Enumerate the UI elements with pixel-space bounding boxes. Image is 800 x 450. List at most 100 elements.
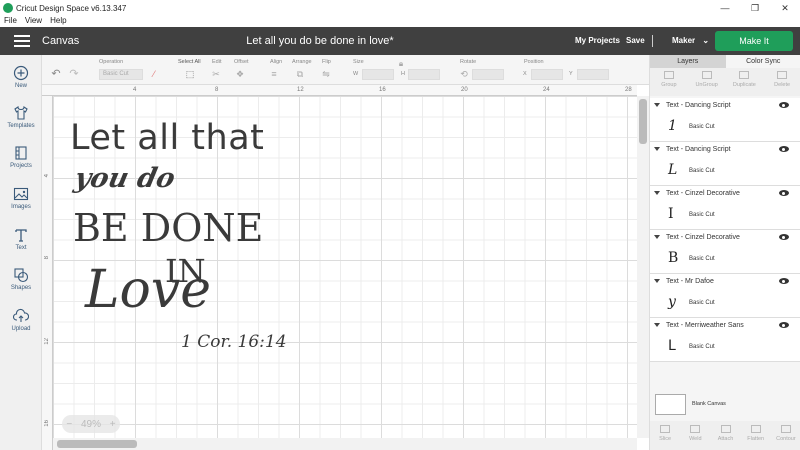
caret-down-icon[interactable] — [654, 191, 660, 195]
caret-down-icon[interactable] — [654, 103, 660, 107]
rotate-icon[interactable]: ⟲ — [458, 69, 470, 79]
menu-view[interactable]: View — [25, 16, 42, 27]
layer-operation: Basic Cut — [689, 124, 715, 130]
sidebar-item-projects[interactable]: Projects — [0, 145, 42, 169]
pos-y-label: Y — [569, 71, 573, 77]
rotate-input[interactable] — [472, 69, 504, 80]
ruler-tick-label: 4 — [133, 87, 137, 93]
eye-icon[interactable] — [779, 146, 789, 152]
sidebar-item-templates[interactable]: Templates — [0, 105, 42, 129]
design-text-you-do[interactable]: you do — [72, 163, 178, 194]
y-position-input[interactable] — [577, 69, 609, 80]
minimize-button[interactable]: — — [710, 0, 740, 16]
ungroup-button[interactable]: UnGroup — [688, 68, 726, 96]
top-ruler: 4 8 12 16 20 24 28 — [42, 85, 637, 96]
design-text-love[interactable]: Love — [85, 260, 211, 320]
vertical-scrollbar[interactable] — [637, 96, 649, 438]
ruler-tick-label: 8 — [44, 256, 50, 260]
pen-color-icon[interactable]: ⁄ — [148, 69, 160, 79]
slice-button[interactable]: Slice — [650, 421, 680, 450]
offset-icon[interactable]: ❖ — [234, 69, 246, 79]
eye-icon[interactable] — [779, 278, 789, 284]
menu-file[interactable]: File — [4, 16, 17, 27]
align-icon[interactable]: ≡ — [268, 69, 280, 79]
horizontal-scrollbar[interactable] — [53, 438, 637, 450]
sidebar-item-label: Upload — [11, 326, 31, 332]
tab-layers[interactable]: Layers — [650, 55, 726, 68]
delete-button[interactable]: Delete — [763, 68, 800, 96]
layer-thumbnail: I — [668, 206, 674, 222]
sidebar-item-new[interactable]: New — [0, 65, 42, 89]
design-text-let-all-that[interactable]: Let all that — [70, 118, 264, 158]
trash-icon — [777, 71, 788, 79]
blank-canvas-label: Blank Canvas — [692, 401, 726, 407]
layer-name: Text - Dancing Script — [666, 102, 731, 109]
contour-button[interactable]: Contour — [771, 421, 800, 450]
zoom-in-button[interactable]: + — [110, 419, 116, 430]
x-position-input[interactable] — [531, 69, 563, 80]
lock-icon[interactable]: 🔒︎ — [395, 59, 407, 69]
menu-help[interactable]: Help — [50, 16, 66, 27]
scissors-icon[interactable]: ✂ — [210, 69, 222, 79]
eye-icon[interactable] — [779, 102, 789, 108]
zoom-out-button[interactable]: − — [66, 419, 72, 430]
eye-icon[interactable] — [779, 322, 789, 328]
make-it-button[interactable]: Make It — [715, 31, 793, 51]
vertical-scroll-thumb[interactable] — [639, 99, 647, 144]
layer-item[interactable]: Text - Dancing Script 1 Basic Cut — [650, 98, 800, 142]
layer-operation: Basic Cut — [689, 168, 715, 174]
sidebar-item-text[interactable]: Text — [0, 227, 42, 251]
eye-icon[interactable] — [779, 234, 789, 240]
flatten-button[interactable]: Flatten — [741, 421, 771, 450]
header-divider — [652, 35, 653, 47]
select-all-icon[interactable]: ⬚ — [184, 69, 196, 79]
group-button[interactable]: Group — [650, 68, 688, 96]
tab-color-sync[interactable]: Color Sync — [726, 55, 800, 68]
horizontal-scroll-thumb[interactable] — [57, 440, 137, 448]
layer-item[interactable]: Text - Mr Dafoe y Basic Cut — [650, 274, 800, 318]
blank-canvas-swatch[interactable] — [655, 394, 686, 415]
layer-item[interactable]: Text - Dancing Script L Basic Cut — [650, 142, 800, 186]
design-text-verse[interactable]: 1 Cor. 16:14 — [181, 332, 287, 352]
sidebar-item-upload[interactable]: Upload — [0, 308, 42, 332]
operation-select[interactable]: Basic Cut — [99, 69, 143, 80]
layer-tools-top: Group UnGroup Duplicate Delete — [650, 68, 800, 96]
width-input[interactable] — [362, 69, 394, 80]
design-canvas[interactable]: 4 8 12 16 20 24 28 4 8 12 16 Let all tha… — [42, 85, 649, 450]
design-text-be-done[interactable]: BE DONE — [73, 206, 263, 250]
maximize-button[interactable]: ❐ — [740, 0, 770, 16]
sidebar-item-images[interactable]: Images — [0, 186, 42, 210]
sidebar-item-shapes[interactable]: Shapes — [0, 267, 42, 291]
close-button[interactable]: ✕ — [770, 0, 800, 16]
undo-icon[interactable]: ↶ — [50, 69, 62, 80]
layer-thumbnail: L — [668, 338, 676, 354]
layer-tools-bottom: Slice Weld Attach Flatten Contour — [650, 421, 800, 450]
group-icon — [663, 71, 674, 79]
blank-canvas-item[interactable]: Blank Canvas — [650, 389, 800, 421]
redo-icon[interactable]: ↷ — [68, 69, 80, 80]
my-projects-button[interactable]: My Projects — [575, 36, 620, 45]
caret-down-icon[interactable] — [654, 323, 660, 327]
save-button[interactable]: Save — [626, 36, 645, 45]
caret-down-icon[interactable] — [654, 147, 660, 151]
weld-button[interactable]: Weld — [680, 421, 710, 450]
size-label: Size — [353, 59, 364, 65]
height-input[interactable] — [408, 69, 440, 80]
caret-down-icon[interactable] — [654, 235, 660, 239]
caret-down-icon[interactable] — [654, 279, 660, 283]
layer-item[interactable]: Text - Cinzel Decorative I Basic Cut — [650, 186, 800, 230]
layer-operation: Basic Cut — [689, 256, 715, 262]
layer-item[interactable]: Text - Merriweather Sans L Basic Cut — [650, 318, 800, 362]
eye-icon[interactable] — [779, 190, 789, 196]
attach-button[interactable]: Attach — [710, 421, 740, 450]
tool-label: Weld — [689, 436, 702, 442]
layer-item[interactable]: Text - Cinzel Decorative B Basic Cut — [650, 230, 800, 274]
offset-label: Offset — [234, 59, 249, 65]
arrange-icon[interactable]: ⧉ — [294, 69, 306, 79]
sidebar-item-label: Shapes — [10, 285, 32, 291]
sidebar-item-label: New — [14, 83, 27, 89]
flip-icon[interactable]: ⇋ — [320, 69, 332, 79]
layer-operation: Basic Cut — [689, 344, 715, 350]
duplicate-button[interactable]: Duplicate — [726, 68, 764, 96]
machine-select[interactable]: Maker ⌄ — [672, 36, 709, 45]
